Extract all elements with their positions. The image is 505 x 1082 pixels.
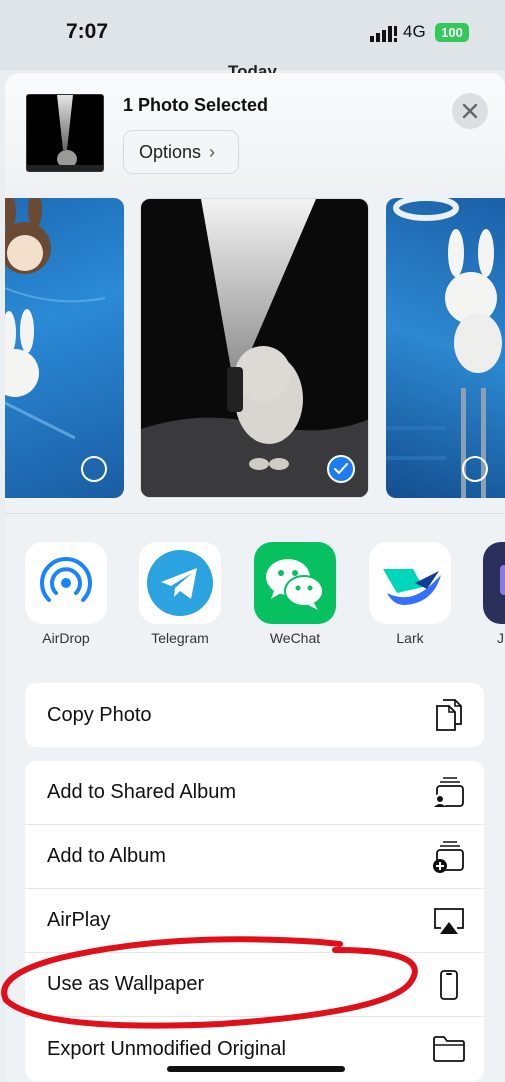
app-label: Lark: [396, 630, 424, 646]
signal-icon: [370, 26, 397, 42]
photo-item-selected[interactable]: [140, 198, 369, 498]
share-sheet: 1 Photo Selected Options › AirDrop Teleg…: [5, 73, 505, 1082]
action-label: Use as Wallpaper: [47, 973, 205, 995]
action-label: Add to Album: [47, 845, 166, 867]
close-icon: [462, 103, 478, 119]
selected-photo-thumbnail: [26, 94, 104, 172]
add-album-icon: [432, 840, 466, 874]
share-header: 1 Photo Selected Options ›: [5, 73, 505, 198]
options-button[interactable]: Options ›: [123, 130, 239, 174]
action-label: Copy Photo: [47, 703, 152, 726]
app-airdrop[interactable]: AirDrop: [25, 542, 107, 646]
close-button[interactable]: [452, 93, 488, 129]
folder-icon: [432, 1032, 466, 1066]
home-indicator: [167, 1066, 345, 1072]
action-copy-photo[interactable]: Copy Photo: [25, 683, 484, 747]
shared-album-icon: [432, 776, 466, 810]
app-label: J: [497, 630, 504, 646]
app-telegram[interactable]: Telegram: [139, 542, 221, 646]
airdrop-icon: [25, 542, 107, 624]
action-use-as-wallpaper[interactable]: Use as Wallpaper: [25, 953, 484, 1017]
app-label: Telegram: [151, 630, 209, 646]
battery-indicator: 100: [435, 23, 469, 42]
selected-check-icon[interactable]: [327, 455, 355, 483]
wechat-icon: [254, 542, 336, 624]
photo-strip[interactable]: [5, 198, 505, 498]
app-label: WeChat: [269, 630, 321, 646]
app-lark[interactable]: Lark: [369, 542, 451, 646]
photo-item[interactable]: [5, 198, 124, 498]
chevron-right-icon: ›: [209, 141, 216, 162]
actions-group-copy: Copy Photo: [25, 683, 484, 747]
airplay-icon: [432, 904, 466, 938]
share-apps-row: AirDrop Telegram WeChat Lark J: [5, 513, 505, 654]
app-label: AirDrop: [42, 630, 90, 646]
photo-item[interactable]: [386, 198, 505, 498]
network-type: 4G: [403, 22, 426, 41]
action-label: Add to Shared Album: [47, 781, 237, 803]
action-add-album[interactable]: Add to Album: [25, 825, 484, 889]
app-partial[interactable]: J: [483, 542, 505, 646]
phone-icon: [432, 968, 466, 1002]
selection-title: 1 Photo Selected: [123, 95, 269, 115]
app-icon: [483, 542, 505, 624]
copy-icon: [432, 698, 466, 732]
select-circle[interactable]: [81, 456, 107, 482]
action-airplay[interactable]: AirPlay: [25, 889, 484, 953]
status-time: 7:07: [66, 20, 109, 43]
options-label: Options: [139, 141, 202, 162]
status-bar: 7:07 4G 100 Today: [0, 0, 505, 81]
select-circle[interactable]: [462, 456, 488, 482]
action-add-shared-album[interactable]: Add to Shared Album: [25, 761, 484, 825]
actions-group-main: Add to Shared Album Add to Album AirPlay…: [25, 761, 484, 1081]
action-label: AirPlay: [47, 909, 111, 931]
telegram-icon: [139, 542, 221, 624]
app-wechat[interactable]: WeChat: [254, 542, 336, 646]
action-label: Export Unmodified Original: [47, 1037, 286, 1060]
lark-icon: [369, 542, 451, 624]
